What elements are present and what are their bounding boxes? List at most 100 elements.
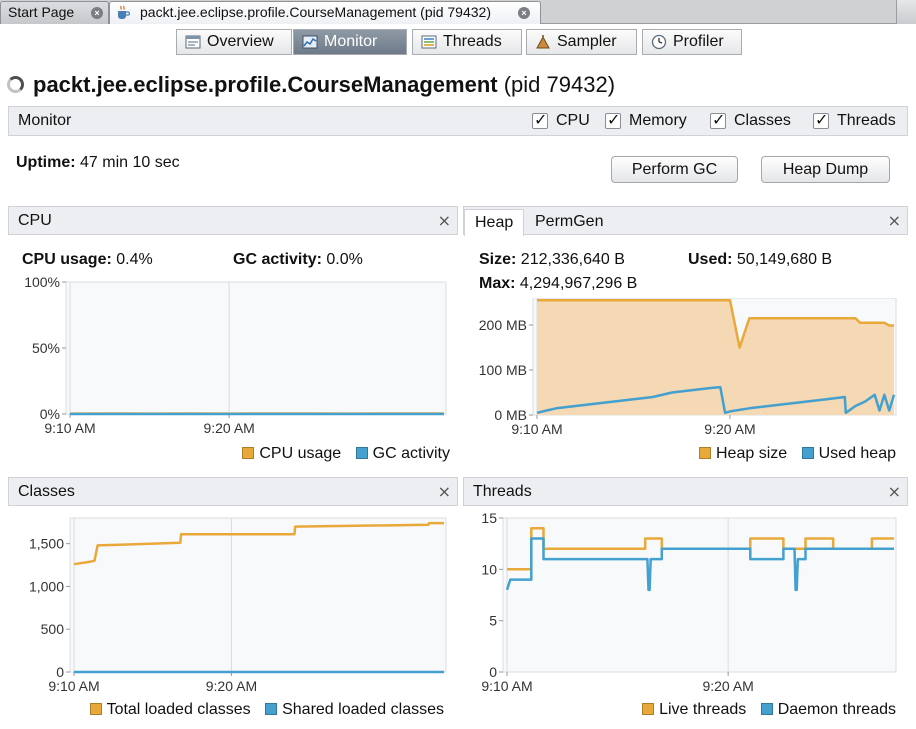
- close-icon[interactable]: ×: [518, 7, 530, 19]
- view-toolbar: Overview Monitor Threads Sampler Profile…: [0, 24, 916, 62]
- classes-panel-title: Classes: [18, 483, 75, 500]
- cpu-panel: CPU × CPU usage: 0.4% GC activity: 0.0% …: [8, 206, 458, 470]
- close-icon[interactable]: ×: [438, 482, 451, 501]
- heap-panel: Heap PermGen × Size: 212,336,640 B Used:…: [463, 206, 908, 470]
- loading-spinner-icon: [7, 76, 24, 93]
- tab-profiler-label: Profiler: [673, 33, 724, 50]
- monitor-chart-icon: [302, 35, 318, 49]
- threads-legend: Live threads Daemon threads: [642, 701, 896, 719]
- tab-threads[interactable]: Threads: [412, 29, 522, 55]
- x-tick-label: 9:10 AM: [48, 678, 99, 694]
- heap-max-stat: Max: 4,294,967,296 B: [479, 275, 637, 293]
- heap-legend: Heap size Used heap: [699, 445, 896, 463]
- cpu-legend: CPU usage GC activity: [242, 445, 450, 463]
- cpu-panel-title: CPU: [18, 212, 52, 229]
- tab-scroll-button[interactable]: [896, 0, 916, 24]
- legend-swatch-orange: [89, 703, 102, 715]
- y-tick-label: 500: [41, 621, 65, 637]
- x-tick-label: 9:10 AM: [511, 421, 562, 437]
- legend-daemon-threads: Daemon threads: [777, 701, 896, 718]
- classes-checkbox-label: Classes: [734, 112, 791, 129]
- tab-permgen[interactable]: PermGen: [525, 209, 613, 236]
- threads-panel-header: Threads ×: [463, 477, 908, 506]
- tab-overview[interactable]: Overview: [176, 29, 292, 55]
- heap-dump-button[interactable]: Heap Dump: [761, 156, 890, 183]
- classes-panel-header: Classes ×: [8, 477, 458, 506]
- tab-heap[interactable]: Heap: [464, 209, 525, 236]
- tab-sampler[interactable]: Sampler: [526, 29, 637, 55]
- uptime-value: 47 min 10 sec: [80, 154, 180, 171]
- legend-used-heap: Used heap: [818, 445, 896, 462]
- uptime: Uptime: 47 min 10 sec: [16, 154, 180, 172]
- close-icon[interactable]: ×: [888, 482, 901, 501]
- tab-monitor[interactable]: Monitor: [293, 29, 407, 55]
- cpu-checkbox[interactable]: CPU: [532, 110, 590, 131]
- checkbox-checked-icon: [605, 110, 621, 130]
- plot-area: [69, 517, 447, 673]
- legend-heap-size: Heap size: [716, 445, 788, 462]
- heap-size-value: 212,336,640 B: [520, 251, 625, 268]
- y-tick-label: 0: [56, 664, 64, 680]
- editor-tab-start-page[interactable]: Start Page ×: [0, 1, 109, 24]
- cpu-usage-label: CPU usage:: [22, 251, 112, 268]
- y-tick-label: 0%: [40, 406, 60, 422]
- memory-checkbox[interactable]: Memory: [605, 110, 687, 131]
- java-cup-icon: [118, 5, 130, 19]
- heap-used-value: 50,149,680 B: [736, 251, 833, 268]
- editor-tab-course-management[interactable]: packt.jee.eclipse.profile.CourseManageme…: [109, 1, 541, 24]
- legend-gc-activity: GC activity: [372, 445, 450, 462]
- editor-tab-label: Start Page: [8, 4, 75, 20]
- x-tick-label: 9:20 AM: [206, 678, 257, 694]
- y-tick-label: 10: [481, 561, 497, 577]
- x-tick-label: 9:10 AM: [481, 678, 532, 694]
- checkbox-checked-icon: [813, 110, 829, 130]
- heap-used-stat: Used: 50,149,680 B: [688, 251, 832, 269]
- threads-checkbox[interactable]: Threads: [813, 110, 896, 131]
- editor-tab-strip: Start Page × packt.jee.eclipse.profile.C…: [0, 0, 916, 24]
- threads-chart: 9:10 AM 9:20 AM 15 10 5 0: [481, 513, 897, 694]
- heap-max-value: 4,294,967,296 B: [519, 275, 638, 292]
- legend-swatch-blue: [355, 447, 368, 459]
- checkbox-checked-icon: [710, 110, 726, 130]
- legend-live-threads: Live threads: [659, 701, 747, 718]
- classes-chart: 9:10 AM 9:20 AM 1,500 1,000 500 0: [29, 517, 447, 694]
- close-icon[interactable]: ×: [888, 211, 901, 230]
- y-tick-label: 100%: [24, 274, 60, 290]
- overview-icon: [185, 35, 201, 49]
- gc-activity-label: GC activity:: [233, 251, 322, 268]
- y-tick-label: 200 MB: [479, 317, 527, 333]
- cpu-checkbox-label: CPU: [556, 112, 590, 129]
- x-tick-label: 9:20 AM: [704, 421, 755, 437]
- gc-activity-value: 0.0%: [326, 251, 363, 268]
- heap-size-label: Size:: [479, 251, 517, 268]
- close-icon[interactable]: ×: [91, 7, 103, 19]
- classes-checkbox[interactable]: Classes: [710, 110, 791, 131]
- cpu-usage-value: 0.4%: [116, 251, 153, 268]
- y-tick-label: 5: [489, 613, 497, 629]
- threads-panel-title: Threads: [473, 483, 532, 500]
- threads-checkbox-label: Threads: [837, 112, 896, 129]
- cpu-usage-stat: CPU usage: 0.4%: [22, 251, 153, 269]
- monitor-bar: Monitor CPU Memory Classes Threads: [8, 106, 908, 136]
- process-id: (pid 79432): [503, 72, 616, 97]
- heap-used-label: Used:: [688, 251, 733, 268]
- threads-list-icon: [421, 35, 437, 49]
- close-icon[interactable]: ×: [438, 211, 451, 230]
- plot-area: [502, 517, 897, 673]
- tab-profiler[interactable]: Profiler: [642, 29, 742, 55]
- application-name: packt.jee.eclipse.profile.CourseManageme…: [33, 72, 498, 97]
- legend-swatch-blue: [760, 703, 773, 715]
- plot-area: [65, 281, 447, 415]
- y-tick-label: 50%: [32, 340, 60, 356]
- perform-gc-button[interactable]: Perform GC: [611, 156, 738, 183]
- tab-threads-label: Threads: [443, 33, 502, 50]
- y-tick-label: 15: [481, 513, 497, 526]
- heap-max-label: Max:: [479, 275, 516, 292]
- heap-panel-header: Heap PermGen ×: [463, 206, 908, 236]
- classes-panel: Classes × 9:10 AM 9:20 AM 1,500 1,000 500 0 T…: [8, 477, 458, 729]
- legend-swatch-orange: [642, 703, 655, 715]
- threads-panel: Threads × 9:10 AM 9:20 AM 15 10 5 0 Live thre…: [463, 477, 908, 729]
- y-tick-label: 0: [489, 664, 497, 680]
- legend-swatch-blue: [801, 447, 814, 459]
- uptime-label: Uptime:: [16, 154, 76, 171]
